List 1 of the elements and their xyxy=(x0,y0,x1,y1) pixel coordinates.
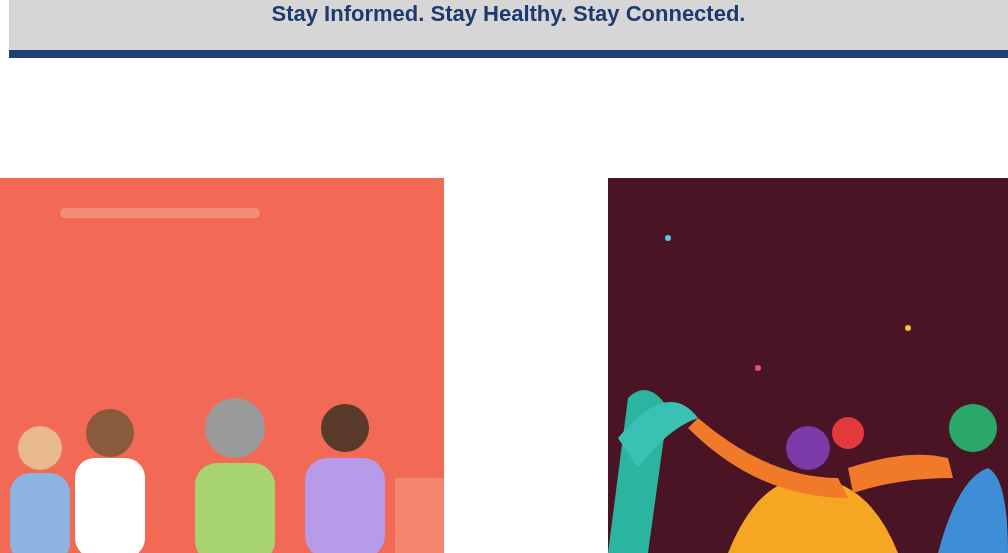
banner-tagline: Stay Informed. Stay Healthy. Stay Connected. xyxy=(271,2,746,26)
